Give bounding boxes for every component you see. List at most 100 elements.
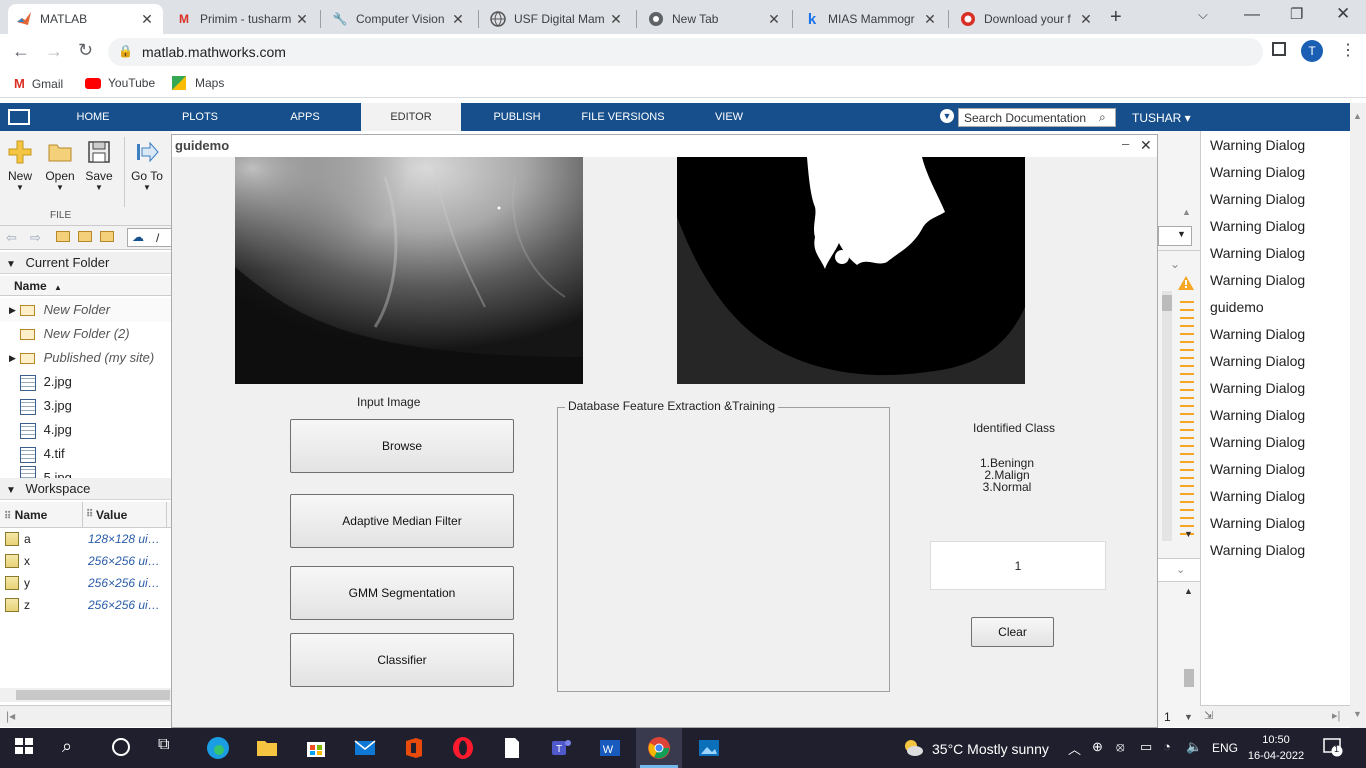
minimize-icon[interactable]: – bbox=[1122, 136, 1129, 151]
table-row[interactable]: a 128×128 ui… bbox=[0, 528, 172, 550]
weather-icon[interactable] bbox=[902, 737, 924, 759]
gmm-segmentation-button[interactable]: GMM Segmentation bbox=[290, 566, 514, 620]
scroll-down-icon[interactable]: ▼ bbox=[1353, 709, 1362, 719]
table-row[interactable]: y 256×256 ui… bbox=[0, 572, 172, 594]
browse-folder-icon[interactable] bbox=[100, 231, 114, 242]
task-view-icon[interactable]: ⧉ bbox=[158, 736, 182, 760]
window-list-item[interactable]: Warning Dialog bbox=[1210, 326, 1305, 342]
profile-avatar[interactable]: T bbox=[1301, 40, 1323, 62]
language-indicator[interactable]: ENG bbox=[1212, 741, 1238, 755]
tab-view[interactable]: VIEW bbox=[705, 103, 753, 131]
browse-button[interactable]: Browse bbox=[290, 419, 514, 473]
scrollbar-thumb[interactable] bbox=[1162, 295, 1172, 311]
windows-start-icon[interactable] bbox=[14, 736, 38, 760]
warning-icon[interactable] bbox=[1178, 276, 1196, 292]
clear-button[interactable]: Clear bbox=[971, 617, 1054, 647]
name-header-label[interactable]: Name bbox=[15, 508, 48, 522]
scrollbar-thumb[interactable] bbox=[1184, 669, 1194, 687]
new-button[interactable]: New ▼ bbox=[0, 139, 40, 192]
window-list-item[interactable]: Warning Dialog bbox=[1210, 434, 1305, 450]
battery-icon[interactable]: ▭ bbox=[1140, 739, 1152, 755]
close-icon[interactable]: ✕ bbox=[922, 11, 938, 28]
collapse-icon[interactable]: ▼ bbox=[6, 485, 16, 496]
list-item[interactable]: 5.jpg bbox=[0, 466, 172, 478]
user-menu[interactable]: TUSHAR ▾ bbox=[1132, 111, 1191, 125]
reload-icon[interactable]: ↻ bbox=[78, 40, 93, 61]
up-folder-icon[interactable] bbox=[56, 231, 70, 242]
close-icon[interactable]: ✕ bbox=[766, 11, 782, 28]
scroll-down-icon[interactable]: ▼ bbox=[1184, 529, 1193, 539]
window-list-item[interactable]: Warning Dialog bbox=[1210, 380, 1305, 396]
horizontal-scrollbar[interactable] bbox=[0, 688, 172, 702]
matlab-layout-icon[interactable] bbox=[8, 109, 30, 125]
current-folder-header[interactable]: ▼ Current Folder bbox=[0, 252, 172, 274]
chrome-icon[interactable] bbox=[647, 736, 671, 760]
scroll-up-icon[interactable]: ▲ bbox=[1353, 111, 1362, 121]
notification-icon[interactable]: 1 bbox=[1323, 737, 1343, 757]
save-button[interactable]: Save ▼ bbox=[79, 139, 119, 192]
expand-icon[interactable]: ▶ bbox=[9, 346, 16, 370]
bookmark-gmail[interactable]: M Gmail bbox=[14, 76, 63, 91]
tab-new-tab[interactable]: New Tab ✕ bbox=[640, 4, 790, 34]
close-icon[interactable]: ✕ bbox=[139, 11, 155, 28]
back-arrow-icon[interactable]: ⇦ bbox=[6, 230, 17, 246]
list-item[interactable]: ▶ Published (my site) bbox=[0, 346, 172, 370]
scroll-end-icon[interactable]: ▸| bbox=[1332, 709, 1340, 722]
chevron-down-icon[interactable]: ▼ bbox=[1184, 712, 1193, 722]
close-icon[interactable]: ✕ bbox=[1140, 137, 1152, 154]
window-titlebar[interactable]: guidemo – ✕ bbox=[172, 135, 1157, 157]
editor-dropdown[interactable]: ▼ bbox=[1158, 226, 1192, 246]
window-list-item[interactable]: Warning Dialog bbox=[1210, 218, 1305, 234]
folder-name-column-header[interactable]: Name ▲ bbox=[0, 276, 172, 296]
collapse-icon[interactable]: ▼ bbox=[6, 259, 16, 270]
list-item[interactable]: 2.jpg bbox=[0, 370, 172, 394]
mail-icon[interactable] bbox=[353, 736, 377, 760]
tab-plots[interactable]: PLOTS bbox=[165, 103, 235, 131]
list-item[interactable]: 4.tif bbox=[0, 442, 172, 466]
volume-icon[interactable]: 🔈 bbox=[1186, 739, 1202, 755]
window-list-item[interactable]: Warning Dialog bbox=[1210, 353, 1305, 369]
window-list-item[interactable]: Warning Dialog bbox=[1210, 137, 1305, 153]
expand-circle-icon[interactable]: ⌄ bbox=[1170, 257, 1180, 271]
scroll-start-icon[interactable]: |◂ bbox=[6, 709, 15, 723]
close-window-icon[interactable]: ✕ bbox=[1336, 4, 1350, 24]
store-icon[interactable] bbox=[304, 736, 328, 760]
adaptive-median-filter-button[interactable]: Adaptive Median Filter bbox=[290, 494, 514, 548]
edge-icon[interactable] bbox=[206, 736, 230, 760]
window-list-item[interactable]: Warning Dialog bbox=[1210, 164, 1305, 180]
classifier-button[interactable]: Classifier bbox=[290, 633, 514, 687]
expand-circle-icon[interactable]: ⌄ bbox=[1176, 563, 1185, 576]
tab-apps[interactable]: APPS bbox=[270, 103, 340, 131]
opera-icon[interactable] bbox=[451, 736, 475, 760]
tab-home[interactable]: HOME bbox=[58, 103, 128, 131]
restore-icon[interactable]: ❐ bbox=[1290, 5, 1303, 23]
file-explorer-icon[interactable] bbox=[255, 736, 279, 760]
close-icon[interactable]: ✕ bbox=[294, 11, 310, 28]
new-tab-button[interactable]: + bbox=[1110, 6, 1122, 29]
close-icon[interactable]: ✕ bbox=[1078, 11, 1094, 28]
tab-editor[interactable]: EDITOR bbox=[361, 103, 461, 131]
cortana-icon[interactable] bbox=[110, 736, 134, 760]
scrollbar-thumb[interactable] bbox=[16, 690, 170, 700]
address-bar[interactable]: 🔒 matlab.mathworks.com bbox=[108, 38, 1263, 66]
page-scrollbar[interactable]: ▲ ▼ bbox=[1350, 103, 1366, 728]
weather-text[interactable]: 35°C Mostly sunny bbox=[932, 741, 1049, 757]
search-documentation-input[interactable]: Search Documentation ⌕ bbox=[958, 108, 1116, 127]
tab-gmail[interactable]: M Primim - tusharm ✕ bbox=[168, 4, 318, 34]
window-list-item[interactable]: Warning Dialog bbox=[1210, 245, 1305, 261]
result-field[interactable]: 1 bbox=[930, 541, 1106, 590]
tab-mias[interactable]: k MIAS Mammogr ✕ bbox=[796, 4, 946, 34]
office-icon[interactable] bbox=[402, 736, 426, 760]
scroll-up-icon[interactable]: ▲ bbox=[1184, 586, 1193, 596]
chevron-up-icon[interactable]: ︿ bbox=[1068, 739, 1081, 758]
window-list-item[interactable]: Warning Dialog bbox=[1210, 461, 1305, 477]
tab-computer-vision[interactable]: 🔧 Computer Vision ✕ bbox=[324, 4, 474, 34]
window-list-item[interactable]: Warning Dialog bbox=[1210, 272, 1305, 288]
window-list-item[interactable]: Warning Dialog bbox=[1210, 488, 1305, 504]
tab-file-versions[interactable]: FILE VERSIONS bbox=[578, 103, 668, 131]
list-item[interactable]: 3.jpg bbox=[0, 394, 172, 418]
drag-handle-icon[interactable]: ⠿ bbox=[86, 502, 93, 528]
list-item[interactable]: ▶ New Folder bbox=[0, 298, 172, 322]
table-row[interactable]: x 256×256 ui… bbox=[0, 550, 172, 572]
bookmark-youtube[interactable]: YouTube bbox=[85, 76, 155, 90]
